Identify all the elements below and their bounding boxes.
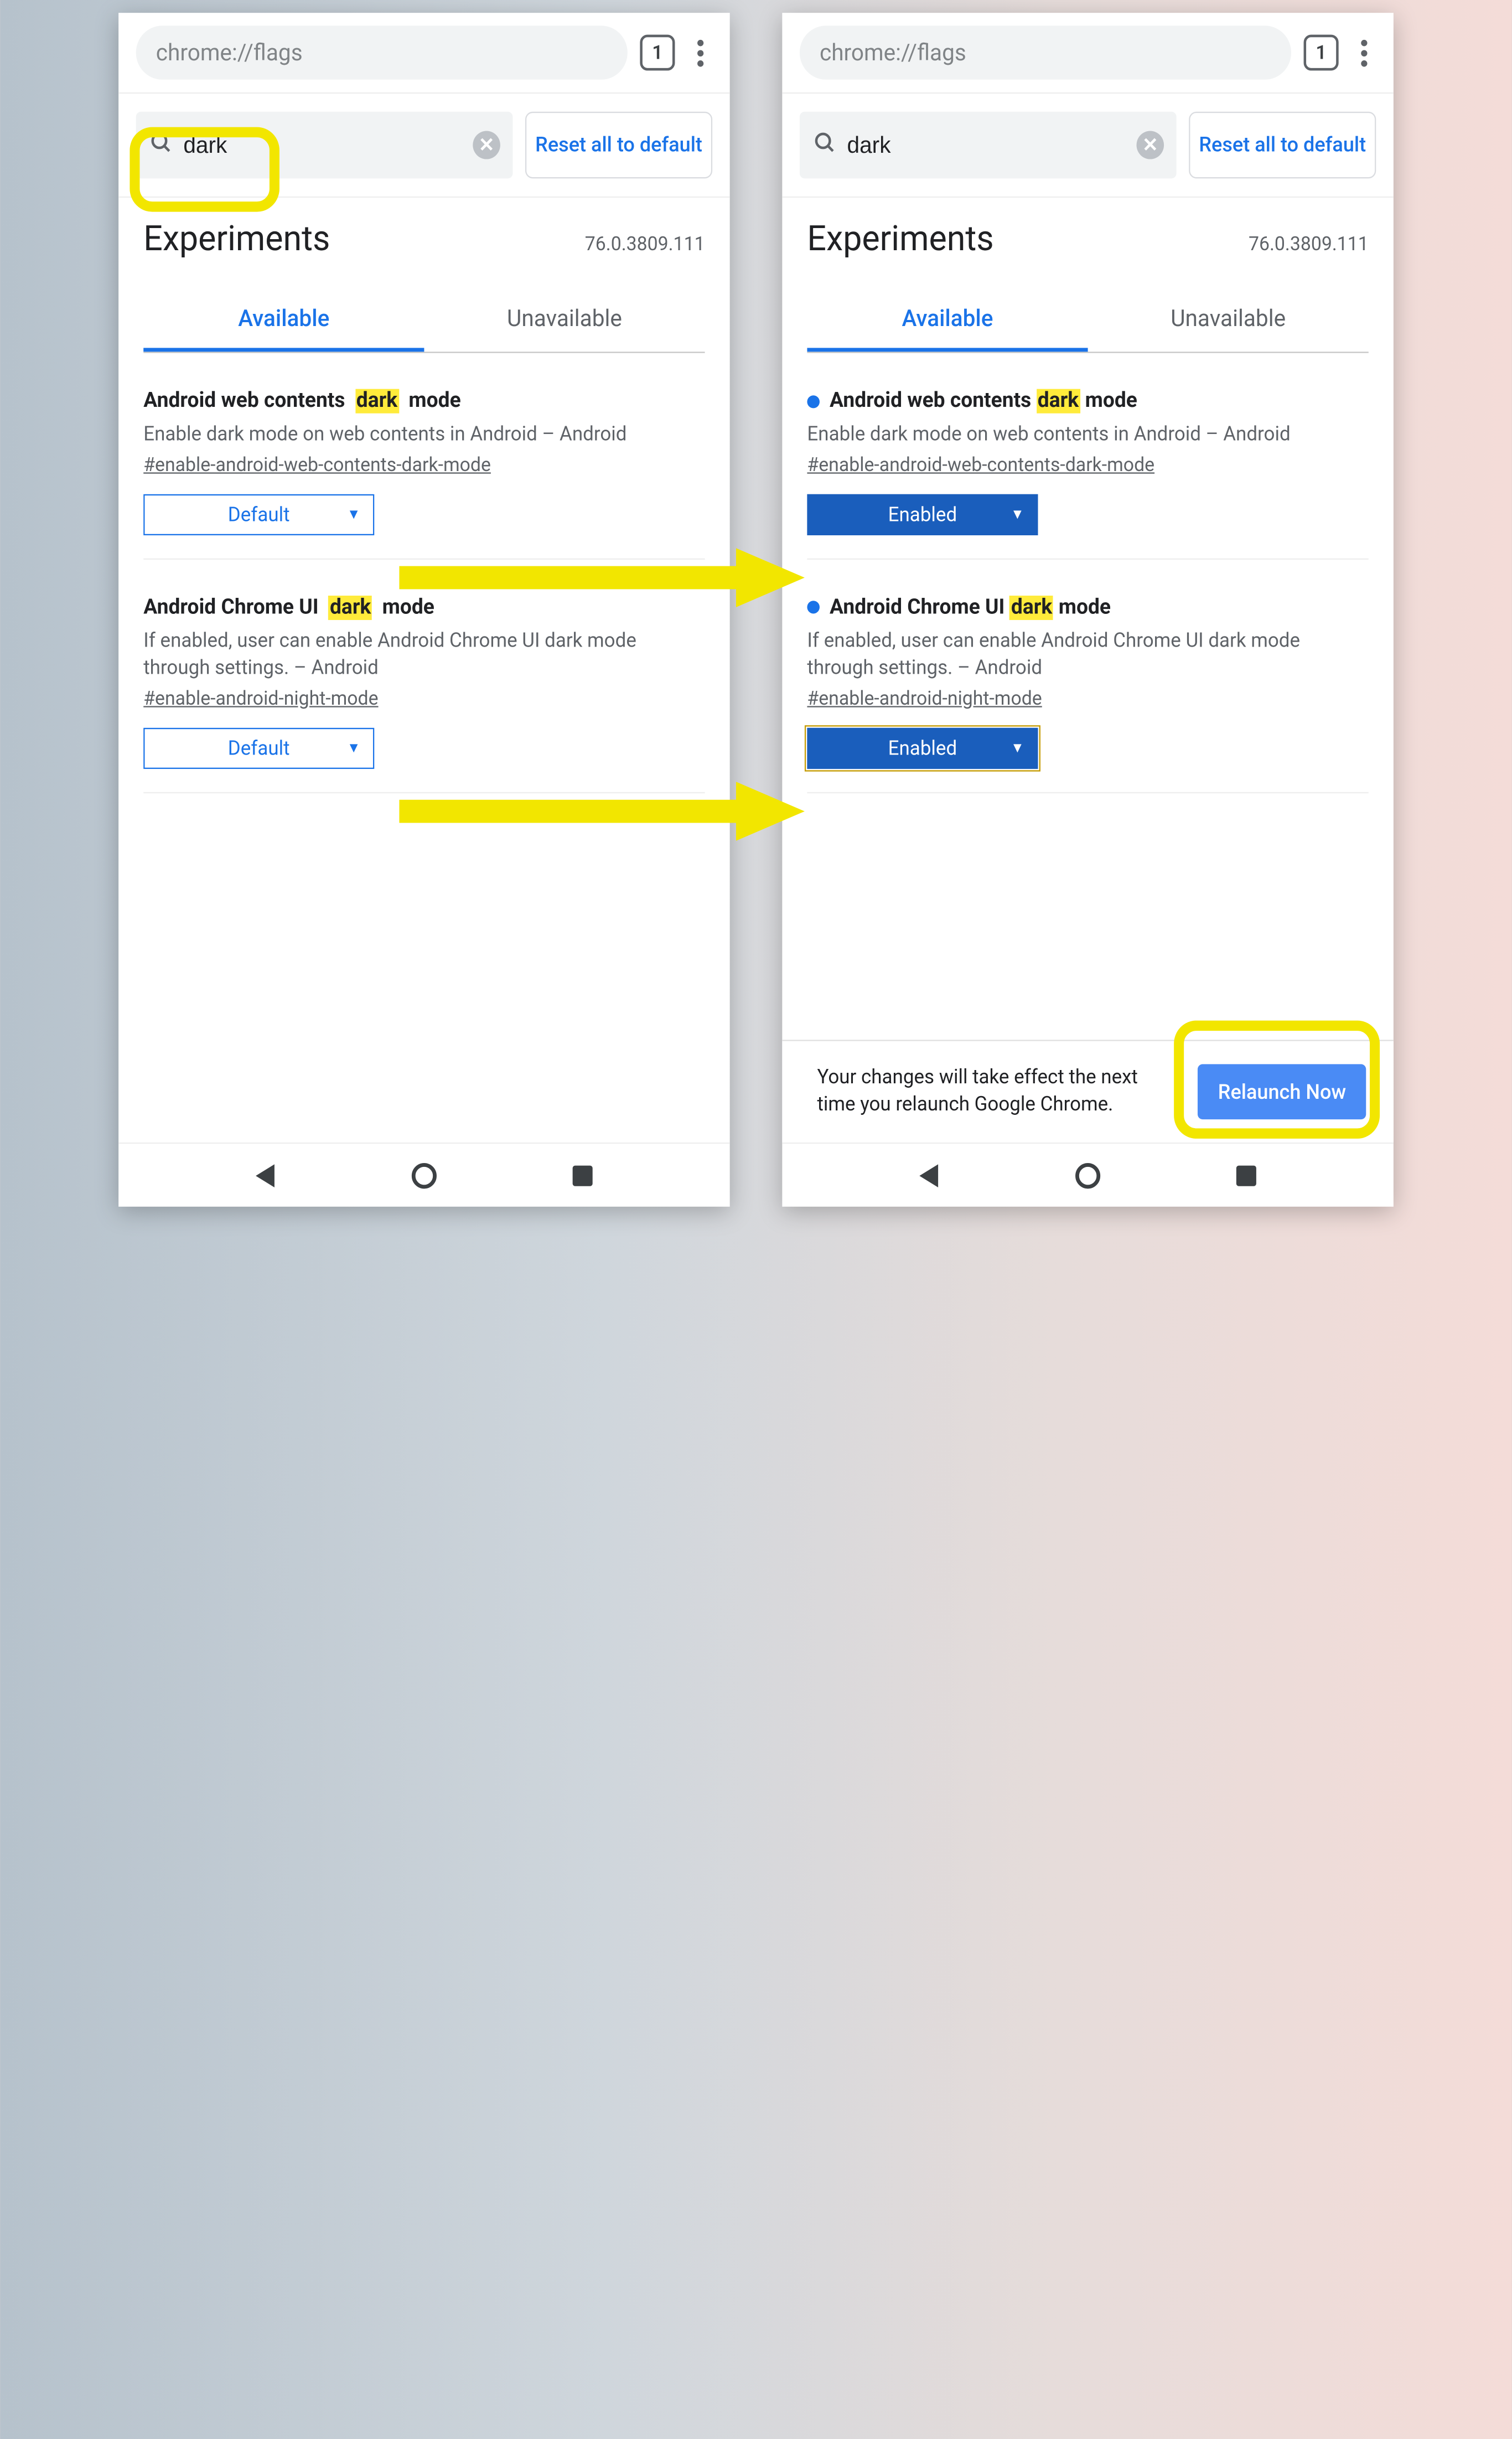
- relaunch-message: Your changes will take effect the next t…: [817, 1065, 1180, 1119]
- home-icon[interactable]: [411, 1162, 436, 1188]
- tab-unavailable[interactable]: Unavailable: [1088, 293, 1369, 352]
- flag-tabs: Available Unavailable: [143, 293, 705, 353]
- search-icon: [148, 129, 173, 161]
- flag-dropdown[interactable]: Default ▼: [143, 727, 374, 768]
- page-header: Experiments 76.0.3809.111: [118, 198, 730, 267]
- url-text: chrome://flags: [820, 39, 966, 66]
- overflow-menu-icon[interactable]: [687, 39, 712, 66]
- flag-hash-link[interactable]: #enable-android-night-mode: [807, 686, 1042, 710]
- page-header: Experiments 76.0.3809.111: [782, 198, 1394, 267]
- screenshot-after: chrome://flags 1 ✕ Reset all to default …: [782, 13, 1394, 1207]
- flag-tabs: Available Unavailable: [807, 293, 1368, 353]
- search-icon: [812, 129, 837, 161]
- flags-search-field[interactable]: ✕: [136, 112, 513, 179]
- flag-title: Android Chrome UI dark mode: [143, 596, 705, 620]
- dropdown-value: Enabled: [888, 503, 957, 526]
- flag-description: If enabled, user can enable Android Chro…: [807, 628, 1368, 681]
- recents-icon[interactable]: [573, 1165, 593, 1185]
- flag-entry: Android web contents dark mode Enable da…: [807, 353, 1368, 560]
- dropdown-value: Enabled: [888, 737, 957, 760]
- caret-down-icon: ▼: [347, 507, 361, 523]
- page-title: Experiments: [807, 218, 993, 259]
- back-icon[interactable]: [256, 1164, 275, 1187]
- tab-available[interactable]: Available: [143, 293, 424, 352]
- flag-description: If enabled, user can enable Android Chro…: [143, 628, 705, 681]
- caret-down-icon: ▼: [1011, 740, 1024, 756]
- dropdown-value: Default: [228, 737, 290, 760]
- flag-entry: Android Chrome UI dark mode If enabled, …: [807, 560, 1368, 793]
- flags-controls: ✕ Reset all to default: [118, 94, 730, 198]
- tab-unavailable[interactable]: Unavailable: [424, 293, 705, 352]
- home-icon[interactable]: [1075, 1162, 1100, 1188]
- reset-all-button[interactable]: Reset all to default: [1189, 112, 1376, 179]
- flag-description: Enable dark mode on web contents in Andr…: [143, 421, 705, 448]
- tab-switcher-button[interactable]: 1: [640, 35, 675, 71]
- dropdown-value: Default: [228, 503, 290, 526]
- android-nav-bar: [782, 1143, 1394, 1207]
- relaunch-button[interactable]: Relaunch Now: [1198, 1064, 1366, 1119]
- chrome-version: 76.0.3809.111: [1249, 232, 1369, 256]
- flag-title: Android Chrome UI dark mode: [807, 596, 1368, 620]
- overflow-menu-icon[interactable]: [1351, 39, 1376, 66]
- caret-down-icon: ▼: [1011, 507, 1024, 523]
- flag-entry: Android Chrome UI dark mode If enabled, …: [143, 560, 705, 793]
- clear-search-icon[interactable]: ✕: [1137, 131, 1164, 159]
- tab-available[interactable]: Available: [807, 293, 1088, 352]
- address-bar[interactable]: chrome://flags: [800, 25, 1291, 79]
- modified-dot-icon: [807, 601, 820, 614]
- tab-switcher-button[interactable]: 1: [1304, 35, 1339, 71]
- flags-search-field[interactable]: ✕: [800, 112, 1177, 179]
- back-icon[interactable]: [919, 1164, 938, 1187]
- flags-search-input[interactable]: [847, 132, 1137, 159]
- flag-entry: Android web contents dark mode Enable da…: [143, 353, 705, 560]
- flag-title: Android web contents dark mode: [143, 389, 705, 414]
- browser-top-bar: chrome://flags 1: [782, 13, 1394, 94]
- flag-hash-link[interactable]: #enable-android-web-contents-dark-mode: [143, 453, 491, 476]
- flag-title: Android web contents dark mode: [807, 389, 1368, 414]
- page-title: Experiments: [143, 218, 330, 259]
- flag-dropdown[interactable]: Enabled ▼: [807, 494, 1038, 535]
- flag-hash-link[interactable]: #enable-android-night-mode: [143, 686, 378, 710]
- browser-top-bar: chrome://flags 1: [118, 13, 730, 94]
- reset-all-button[interactable]: Reset all to default: [525, 112, 712, 179]
- url-text: chrome://flags: [156, 39, 303, 66]
- flag-dropdown[interactable]: Default ▼: [143, 494, 374, 535]
- flags-search-input[interactable]: [183, 132, 473, 159]
- caret-down-icon: ▼: [347, 740, 361, 756]
- address-bar[interactable]: chrome://flags: [136, 25, 628, 79]
- flag-hash-link[interactable]: #enable-android-web-contents-dark-mode: [807, 453, 1154, 476]
- flags-controls: ✕ Reset all to default: [782, 94, 1394, 198]
- recents-icon[interactable]: [1236, 1165, 1256, 1185]
- clear-search-icon[interactable]: ✕: [473, 131, 500, 159]
- chrome-version: 76.0.3809.111: [585, 232, 705, 256]
- relaunch-banner: Your changes will take effect the next t…: [782, 1040, 1394, 1143]
- flag-dropdown[interactable]: Enabled ▼: [807, 727, 1038, 768]
- screenshot-before: chrome://flags 1 ✕ Reset all to default …: [118, 13, 730, 1207]
- flag-description: Enable dark mode on web contents in Andr…: [807, 421, 1368, 448]
- flags-list: Android web contents dark mode Enable da…: [782, 353, 1394, 1040]
- flags-list: Android web contents dark mode Enable da…: [118, 353, 730, 1143]
- android-nav-bar: [118, 1143, 730, 1207]
- modified-dot-icon: [807, 395, 820, 407]
